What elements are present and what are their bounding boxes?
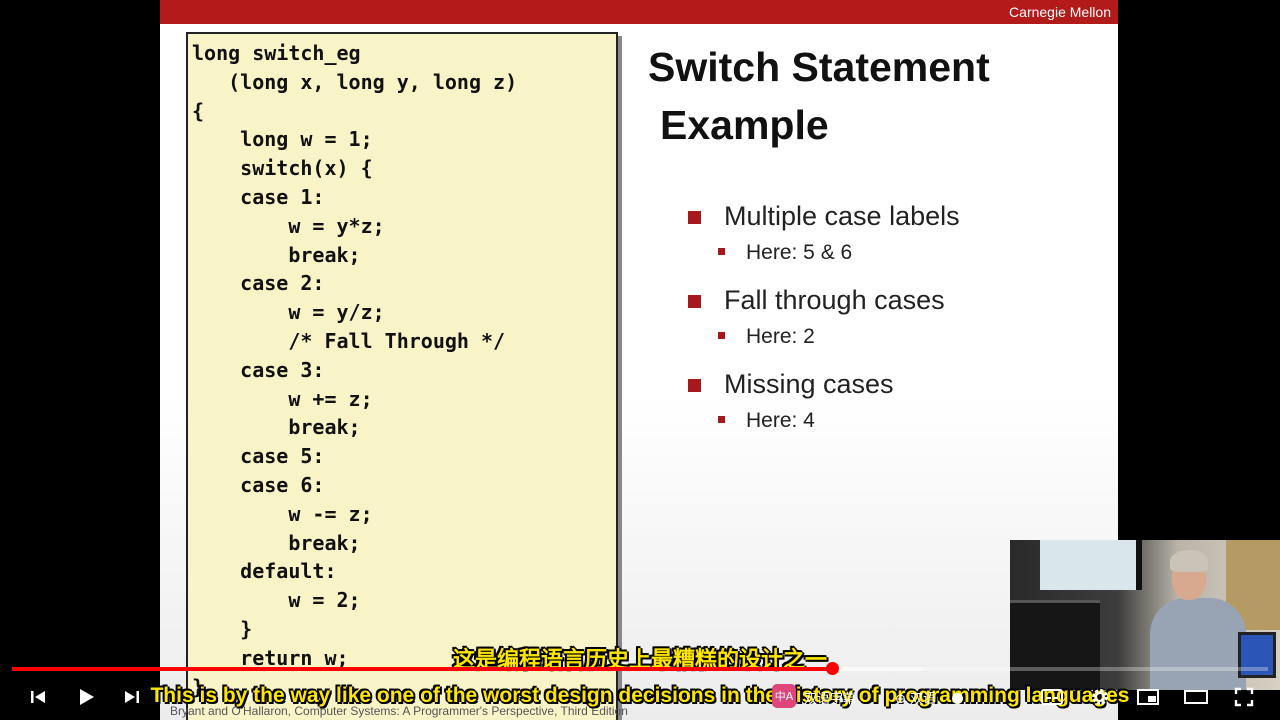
projector-screen xyxy=(1040,540,1142,590)
bullet-text: Multiple case labels xyxy=(724,201,960,231)
player-controls-right: 中A 双语字幕 ⊕ 双语 xyxy=(0,674,1280,720)
progress-played xyxy=(12,667,833,671)
bullet-item: Fall through cases Here: 2 xyxy=(688,280,960,354)
bilingual-toggle-text: 双语 xyxy=(910,692,937,707)
settings-icon[interactable] xyxy=(1084,682,1116,712)
slide-title-line2: Example xyxy=(660,102,829,148)
sub-bullet-square-icon xyxy=(718,248,725,255)
globe-icon: ⊕ xyxy=(895,692,906,707)
theater-icon[interactable] xyxy=(1180,682,1212,712)
bullet-item: Multiple case labels Here: 5 & 6 xyxy=(688,196,960,270)
bilingual-toggle-switch[interactable] xyxy=(952,693,963,704)
code-listing: long switch_eg (long x, long y, long z) … xyxy=(186,32,618,720)
bullet-square-icon xyxy=(688,379,701,392)
bullet-item: Missing cases Here: 4 xyxy=(688,364,960,438)
slide-brand: Carnegie Mellon xyxy=(1009,4,1111,20)
bullet-list: Multiple case labels Here: 5 & 6 Fall th… xyxy=(688,196,960,448)
bullet-text: Fall through cases xyxy=(724,285,945,315)
sub-bullet-text: Here: 5 & 6 xyxy=(746,241,853,264)
sub-bullet: Here: 4 xyxy=(688,404,960,438)
bullet-text: Missing cases xyxy=(724,369,894,399)
slide-title: Switch Statement Example xyxy=(648,38,990,154)
lecture-slide: Carnegie Mellon long switch_eg (long x, … xyxy=(160,0,1118,720)
sub-bullet-text: Here: 4 xyxy=(746,409,815,432)
subtitles-icon[interactable] xyxy=(1036,682,1068,712)
miniplayer-icon[interactable] xyxy=(1132,682,1164,712)
bullet-square-icon xyxy=(688,295,701,308)
bilingual-subtitle-label[interactable]: 双语字幕 xyxy=(804,688,856,707)
lecturer-hair xyxy=(1170,550,1208,572)
sub-bullet: Here: 5 & 6 xyxy=(688,236,960,270)
sub-bullet-square-icon xyxy=(718,332,725,339)
slide-header-bar: Carnegie Mellon xyxy=(160,0,1118,24)
video-player[interactable]: Carnegie Mellon long switch_eg (long x, … xyxy=(0,0,1280,720)
bilingual-toggle-label[interactable]: ⊕ 双语 xyxy=(895,688,936,707)
sub-bullet-square-icon xyxy=(718,416,725,423)
slide-title-line1: Switch Statement xyxy=(648,44,990,90)
progress-bar[interactable] xyxy=(12,662,1268,675)
bullet-square-icon xyxy=(688,211,701,224)
sub-bullet-text: Here: 2 xyxy=(746,325,815,348)
fullscreen-icon[interactable] xyxy=(1228,682,1260,712)
translate-icon[interactable]: 中A xyxy=(772,684,796,708)
sub-bullet: Here: 2 xyxy=(688,320,960,354)
code-text: long switch_eg (long x, long y, long z) … xyxy=(192,41,518,699)
